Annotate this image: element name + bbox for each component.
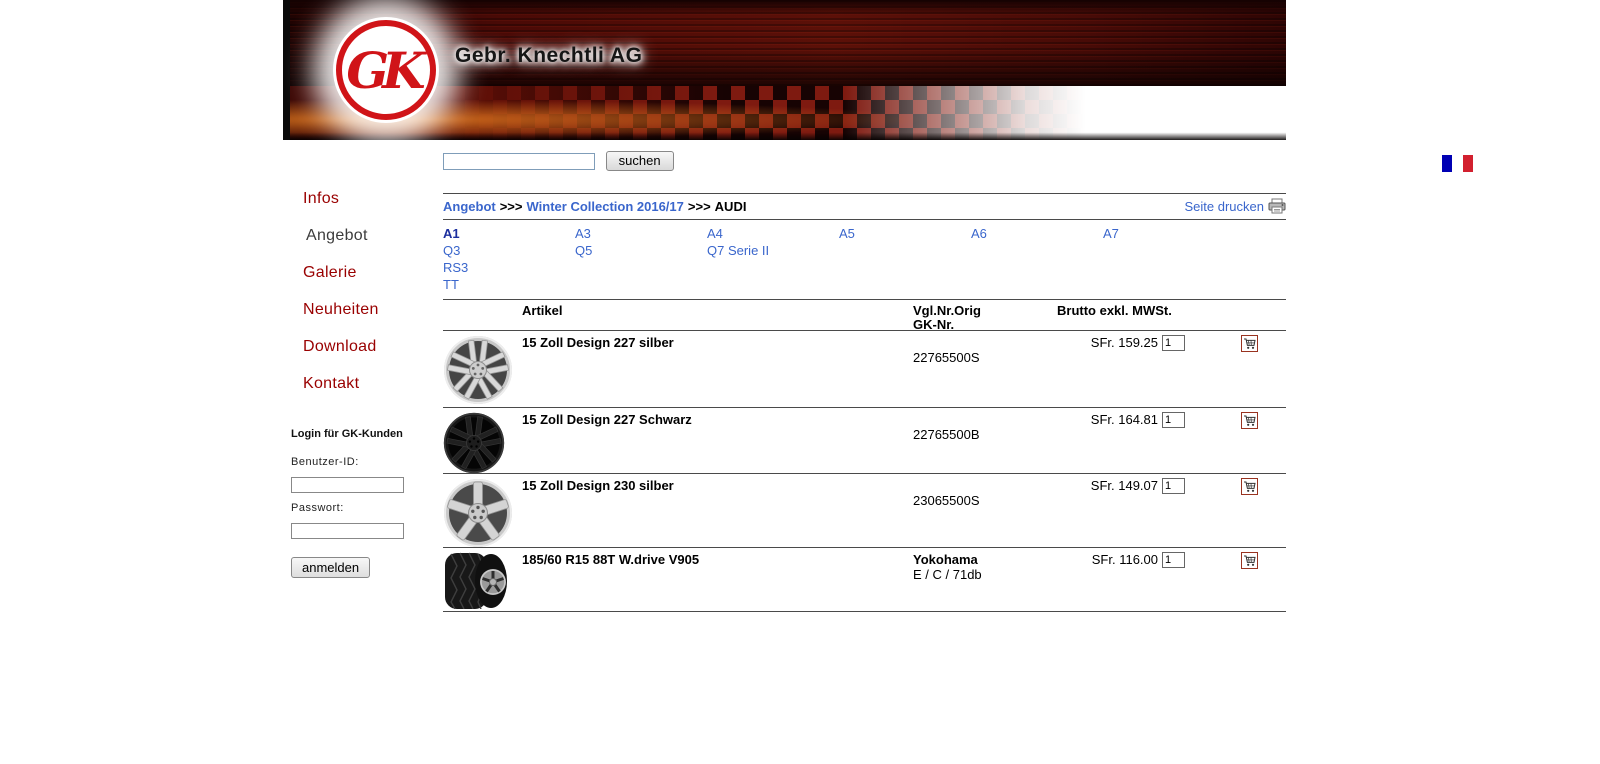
login-title: Login für GK-Kunden xyxy=(291,428,436,440)
product-image-winter-tire[interactable] xyxy=(443,552,513,609)
sidebar-item-infos[interactable]: Infos xyxy=(303,190,443,208)
quantity-input[interactable] xyxy=(1162,412,1185,428)
model-link-a3[interactable]: A3 xyxy=(575,226,591,241)
breadcrumb-separator: >>> xyxy=(496,199,527,214)
user-id-label: Benutzer-ID: xyxy=(291,456,436,468)
product-orig-ref xyxy=(913,335,1057,350)
column-header-artikel: Artikel xyxy=(522,300,913,330)
product-gk-number: 23065500S xyxy=(913,493,1057,508)
model-link-a7[interactable]: A7 xyxy=(1103,226,1119,241)
sidebar-item-download[interactable]: Download xyxy=(303,338,443,356)
cart-icon xyxy=(1243,480,1256,493)
breadcrumb-current: AUDI xyxy=(715,199,747,214)
model-row: Q3 Q5 Q7 Serie II xyxy=(443,242,1286,259)
gk-logo-monogram: GK xyxy=(346,41,425,100)
product-title[interactable]: 15 Zoll Design 227 silber xyxy=(522,335,913,350)
header-banner: GK Gebr. Knechtli AG xyxy=(283,0,1286,140)
product-orig-ref: Yokohama xyxy=(913,552,1057,567)
login-panel: Login für GK-Kunden Benutzer-ID: Passwor… xyxy=(291,428,436,578)
sidebar-item-angebot[interactable]: Angebot xyxy=(303,227,443,245)
product-title[interactable]: 15 Zoll Design 230 silber xyxy=(522,478,913,493)
table-row: 185/60 R15 88T W.drive V905 Yokohama E /… xyxy=(443,547,1286,612)
cart-icon xyxy=(1243,337,1256,350)
print-page-link[interactable]: Seite drucken xyxy=(1185,198,1287,214)
search-input[interactable] xyxy=(443,153,595,170)
model-link-tt[interactable]: TT xyxy=(443,277,459,292)
sidebar-item-kontakt[interactable]: Kontakt xyxy=(303,375,443,393)
password-field[interactable] xyxy=(291,523,404,539)
add-to-cart-button[interactable] xyxy=(1241,478,1258,495)
user-id-field[interactable] xyxy=(291,477,404,493)
banner-left-edge xyxy=(283,0,290,140)
product-title[interactable]: 185/60 R15 88T W.drive V905 xyxy=(522,552,913,567)
model-link-q3[interactable]: Q3 xyxy=(443,243,460,258)
table-row: 15 Zoll Design 227 Schwarz 22765500B SFr… xyxy=(443,407,1286,473)
company-name: Gebr. Knechtli AG xyxy=(455,44,642,68)
product-price: SFr. 164.81 xyxy=(1057,412,1158,427)
model-row: TT xyxy=(443,276,1286,293)
password-label: Passwort: xyxy=(291,502,436,514)
company-logo[interactable]: GK xyxy=(333,17,439,123)
model-link-a4[interactable]: A4 xyxy=(707,226,723,241)
banner-checkered-flag-strip xyxy=(283,86,1286,140)
quantity-input[interactable] xyxy=(1162,552,1185,568)
table-row: 15 Zoll Design 227 silber 22765500S SFr.… xyxy=(443,330,1286,407)
column-header-price: Brutto exkl. MWSt. xyxy=(1057,300,1286,330)
flag-blue-band xyxy=(1442,155,1452,172)
product-title[interactable]: 15 Zoll Design 227 Schwarz xyxy=(522,412,913,427)
quantity-input[interactable] xyxy=(1162,478,1185,494)
breadcrumb-bar: Angebot>>>Winter Collection 2016/17>>>AU… xyxy=(443,193,1286,220)
table-row: 15 Zoll Design 230 silber 23065500S SFr.… xyxy=(443,473,1286,547)
breadcrumb-link-collection[interactable]: Winter Collection 2016/17 xyxy=(527,199,684,214)
model-link-rs3[interactable]: RS3 xyxy=(443,260,468,275)
product-orig-ref xyxy=(913,478,1057,493)
product-eu-label: E / C / 71db xyxy=(913,567,1057,582)
sidebar-item-galerie[interactable]: Galerie xyxy=(303,264,443,282)
model-link-a6[interactable]: A6 xyxy=(971,226,987,241)
main-navigation: Infos Angebot Galerie Neuheiten Download… xyxy=(283,140,443,393)
model-link-q7[interactable]: Q7 Serie II xyxy=(707,243,769,258)
column-header-vglnr: Vgl.Nr.Orig xyxy=(913,304,1057,318)
search-bar: suchen xyxy=(443,151,1286,173)
printer-icon xyxy=(1268,198,1286,214)
flag-red-band xyxy=(1463,155,1473,172)
cart-icon xyxy=(1243,554,1256,567)
breadcrumb: Angebot>>>Winter Collection 2016/17>>>AU… xyxy=(443,199,746,214)
product-price: SFr. 149.07 xyxy=(1057,478,1158,493)
main-content: suchen Angebot>>>Winter Collection 2016/… xyxy=(443,140,1286,612)
flag-white-band xyxy=(1452,155,1462,172)
product-image-wheel-black-227[interactable] xyxy=(443,412,505,474)
sidebar-item-neuheiten[interactable]: Neuheiten xyxy=(303,301,443,319)
cart-icon xyxy=(1243,414,1256,427)
column-header-gknr: GK-Nr. xyxy=(913,318,1057,332)
product-image-wheel-silver-227[interactable] xyxy=(443,335,513,405)
french-flag-language-switch[interactable] xyxy=(1442,155,1473,172)
product-image-wheel-silver-230[interactable] xyxy=(443,478,513,548)
print-page-label: Seite drucken xyxy=(1185,199,1265,214)
model-link-a1[interactable]: A1 xyxy=(443,226,460,241)
page: GK Gebr. Knechtli AG Infos Angebot Galer… xyxy=(283,0,1286,764)
product-table: Artikel Vgl.Nr.Orig GK-Nr. Brutto exkl. … xyxy=(443,299,1286,612)
search-button[interactable]: suchen xyxy=(606,151,674,171)
table-header-row: Artikel Vgl.Nr.Orig GK-Nr. Brutto exkl. … xyxy=(443,300,1286,330)
add-to-cart-button[interactable] xyxy=(1241,335,1258,352)
model-links-grid: A1 A3 A4 A5 A6 A7 Q3 Q5 Q7 Serie II RS3 … xyxy=(443,220,1286,299)
model-row: A1 A3 A4 A5 A6 A7 xyxy=(443,225,1286,242)
add-to-cart-button[interactable] xyxy=(1241,412,1258,429)
model-link-q5[interactable]: Q5 xyxy=(575,243,592,258)
product-gk-number: 22765500B xyxy=(913,427,1057,442)
add-to-cart-button[interactable] xyxy=(1241,552,1258,569)
product-gk-number: 22765500S xyxy=(913,350,1057,365)
model-row: RS3 xyxy=(443,259,1286,276)
product-price: SFr. 116.00 xyxy=(1057,552,1158,567)
model-link-a5[interactable]: A5 xyxy=(839,226,855,241)
product-price: SFr. 159.25 xyxy=(1057,335,1158,350)
quantity-input[interactable] xyxy=(1162,335,1185,351)
login-button[interactable]: anmelden xyxy=(291,557,370,578)
product-orig-ref xyxy=(913,412,1057,427)
breadcrumb-separator: >>> xyxy=(684,199,715,214)
gk-logo-circle: GK xyxy=(336,20,436,120)
sidebar: Infos Angebot Galerie Neuheiten Download… xyxy=(283,140,443,412)
breadcrumb-link-angebot[interactable]: Angebot xyxy=(443,199,496,214)
